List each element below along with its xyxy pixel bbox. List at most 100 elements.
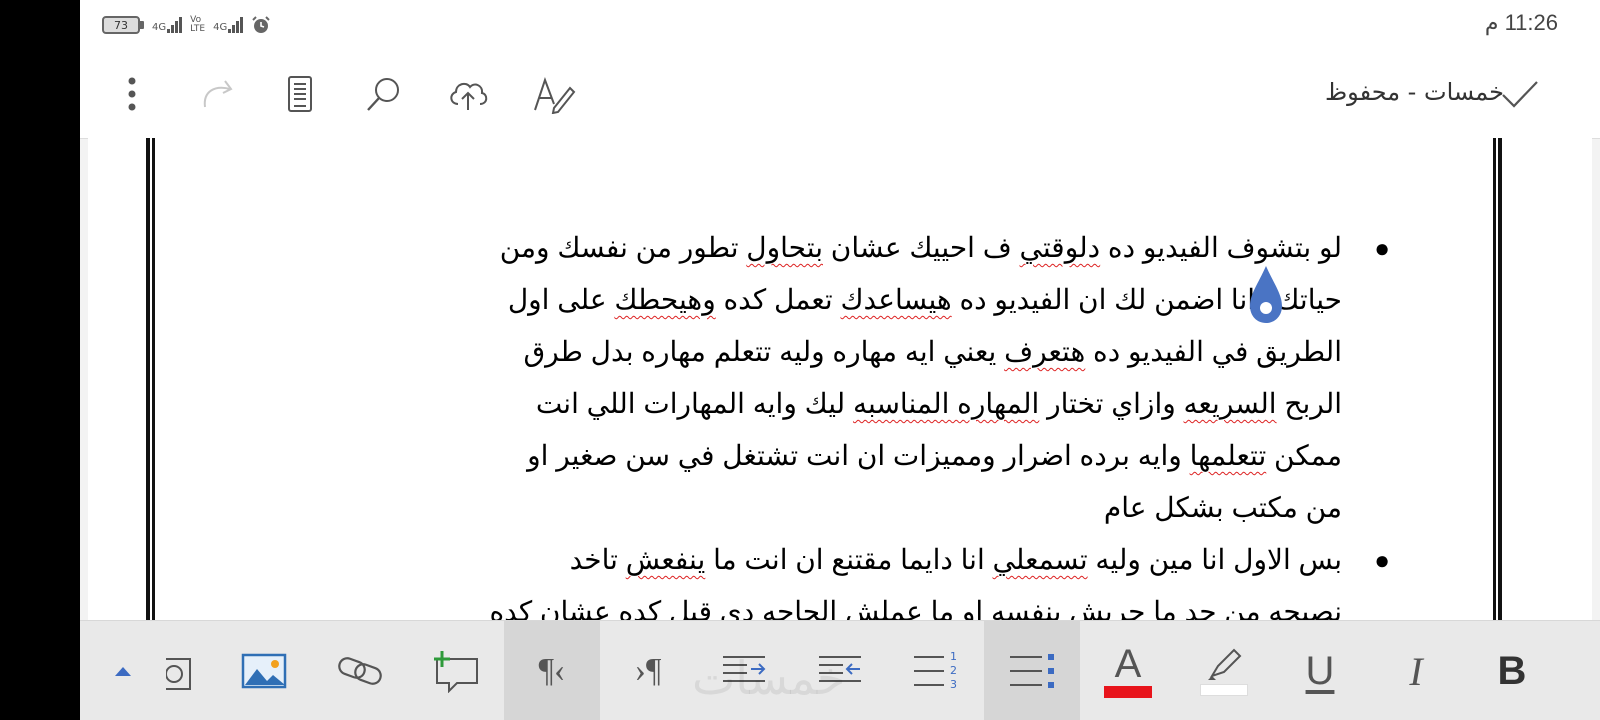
svg-text:1: 1 <box>950 650 957 663</box>
word-app: 73 4G Vo LTE 4G 11:26 م خمسات - محفوظ ● … <box>80 0 1600 720</box>
network-label-2: 4G <box>213 22 228 33</box>
text-run: يعني ايه مهاره وليه تتعلم مهاره بدل طرق <box>523 336 1005 367</box>
picture-icon <box>241 653 287 689</box>
reading-view-icon[interactable] <box>278 72 322 116</box>
increase-indent-button[interactable] <box>696 621 792 720</box>
text-run: ف احييك عشان <box>823 232 1020 263</box>
misspelled-word: دلوقتي <box>1019 232 1101 263</box>
draw-icon[interactable] <box>532 72 576 116</box>
link-icon <box>338 657 382 685</box>
insert-link-button[interactable] <box>312 621 408 720</box>
paragraph-2[interactable]: بس الاول انا مين وليه تسمعلي انا دايما م… <box>328 534 1342 620</box>
text-line[interactable]: الربح السريعه وازاي تختار المهاره المناس… <box>328 378 1342 430</box>
text-run: بس الاول انا مين وليه <box>1087 544 1342 575</box>
pilcrow-ltr-icon: ›¶ <box>634 652 662 689</box>
italic-button[interactable]: I <box>1368 621 1464 720</box>
text-line[interactable]: ممكن تتعلمها وايه برده اضرار ومميزات ان … <box>328 430 1342 482</box>
svg-text:2: 2 <box>950 664 957 677</box>
numbered-list-button[interactable]: 123 <box>888 621 984 720</box>
highlighter-icon <box>1200 646 1248 696</box>
text-run: على اول <box>507 284 615 315</box>
misspelled-word: وهيحطك <box>614 284 716 315</box>
text-line[interactable]: من مكتب بشكل عام <box>328 482 1342 534</box>
text-run: وازاي تختار <box>1039 388 1184 419</box>
italic-icon: I <box>1409 648 1423 694</box>
bullet-marker: ● <box>1374 545 1390 575</box>
bullet-item-1[interactable]: ● لو بتشوف الفيديو ده دلوقتي ف احييك عشا… <box>328 222 1390 534</box>
alarm-icon <box>252 16 270 33</box>
text-run: تاخد <box>569 544 626 575</box>
page-border-right <box>1493 138 1502 620</box>
indent-icon <box>723 656 766 682</box>
font-color-swatch <box>1104 686 1152 698</box>
status-time: 11:26 م <box>1484 10 1558 35</box>
bold-button[interactable]: B <box>1464 621 1560 720</box>
numbered-list-icon: 123 <box>914 650 957 691</box>
paragraph-1[interactable]: لو بتشوف الفيديو ده دلوقتي ف احييك عشان … <box>328 222 1342 534</box>
bullet-marker: ● <box>1374 233 1390 263</box>
battery-level: 73 <box>102 16 140 34</box>
svg-text:3: 3 <box>950 678 957 691</box>
bullet-list-button[interactable] <box>984 621 1080 720</box>
font-color-icon: A <box>1104 644 1152 698</box>
bold-icon: B <box>1497 648 1527 693</box>
outdent-icon <box>819 656 861 682</box>
text-run: انا دايما مقتنع ان انت ما <box>705 544 993 575</box>
text-line[interactable]: لو بتشوف الفيديو ده دلوقتي ف احييك عشان … <box>328 222 1342 274</box>
redo-icon[interactable] <box>194 72 238 116</box>
collapse-toolbar-button[interactable] <box>80 621 166 720</box>
misspelled-word: تتعلمها <box>1189 440 1267 471</box>
pilcrow-rtl-icon: ¶‹ <box>538 652 566 689</box>
text-run: نصيحه من حد ما جربش بنفسه او ما عملش الح… <box>489 596 1342 620</box>
rtl-paragraph-button[interactable]: ¶‹ <box>504 621 600 720</box>
signal-4g-icon: 4G <box>152 17 183 33</box>
new-comment-button[interactable] <box>408 621 504 720</box>
top-toolbar: خمسات - محفوظ <box>80 50 1600 139</box>
underline-button[interactable]: U <box>1272 621 1368 720</box>
highlight-color-swatch <box>1200 684 1248 696</box>
misspelled-word: بتحاول <box>746 232 823 263</box>
font-color-button[interactable]: A <box>1080 621 1176 720</box>
decrease-indent-button[interactable] <box>792 621 888 720</box>
network-label: 4G <box>152 22 167 33</box>
text-run: وايه برده اضرار ومميزات ان انت تشتغل في … <box>527 440 1190 471</box>
text-run: ممكن <box>1266 440 1342 471</box>
search-icon[interactable] <box>362 72 406 116</box>
text-cursor-handle[interactable] <box>1246 262 1286 326</box>
comment-add-icon <box>434 651 478 693</box>
volte-bottom-label: LTE <box>190 24 206 34</box>
insert-picture-button[interactable] <box>216 621 312 720</box>
bullet-item-2[interactable]: ● بس الاول انا مين وليه تسمعلي انا دايما… <box>328 534 1390 620</box>
more-vertical-icon[interactable] <box>110 72 154 116</box>
text-run: من مكتب بشكل عام <box>1103 492 1342 523</box>
text-run: لو بتشوف الفيديو ده <box>1100 232 1342 263</box>
insert-shape-button[interactable] <box>166 621 198 720</box>
text-run: الربح <box>1276 388 1342 419</box>
ltr-paragraph-button[interactable]: ›¶ <box>600 621 696 720</box>
document-canvas[interactable]: ● لو بتشوف الفيديو ده دلوقتي ف احييك عشا… <box>88 138 1592 620</box>
text-line[interactable]: نصيحه من حد ما جربش بنفسه او ما عملش الح… <box>328 586 1342 620</box>
underline-icon: U <box>1305 648 1335 693</box>
document-body[interactable]: ● لو بتشوف الفيديو ده دلوقتي ف احييك عشا… <box>328 222 1390 620</box>
text-line[interactable]: الطريق في الفيديو ده هتعرف يعني ايه مهار… <box>328 326 1342 378</box>
text-run: الطريق في الفيديو ده <box>1085 336 1342 367</box>
checkmark-icon[interactable] <box>1498 72 1542 116</box>
misspelled-word: تسمعلي <box>992 544 1088 575</box>
misspelled-word: السريعه <box>1183 388 1277 419</box>
document-title[interactable]: خمسات - محفوظ <box>1325 78 1504 106</box>
text-line[interactable]: حياتك وانا اضمن لك ان الفيديو ده هيساعدك… <box>328 274 1342 326</box>
bullet-list-icon <box>1010 654 1054 688</box>
misspelled-word: هتعرف <box>1004 336 1086 367</box>
text-line[interactable]: بس الاول انا مين وليه تسمعلي انا دايما م… <box>328 534 1342 586</box>
text-run: تطور من نفسك ومن <box>499 232 747 263</box>
battery-icon: 73 <box>102 16 144 34</box>
status-icons: 73 4G Vo LTE 4G <box>102 12 271 38</box>
signal-4g-icon-2: 4G <box>213 17 244 33</box>
text-run: تعمل كده <box>715 284 841 315</box>
misspelled-word: ينفعش <box>625 544 706 575</box>
highlight-button[interactable] <box>1176 621 1272 720</box>
misspelled-word: المهاره المناسبه <box>852 388 1040 419</box>
volte-icon: Vo LTE <box>190 16 205 34</box>
cloud-upload-icon[interactable] <box>446 72 490 116</box>
formatting-toolbar: ¶‹ ›¶ 123 A U I B خمسات <box>80 620 1600 720</box>
